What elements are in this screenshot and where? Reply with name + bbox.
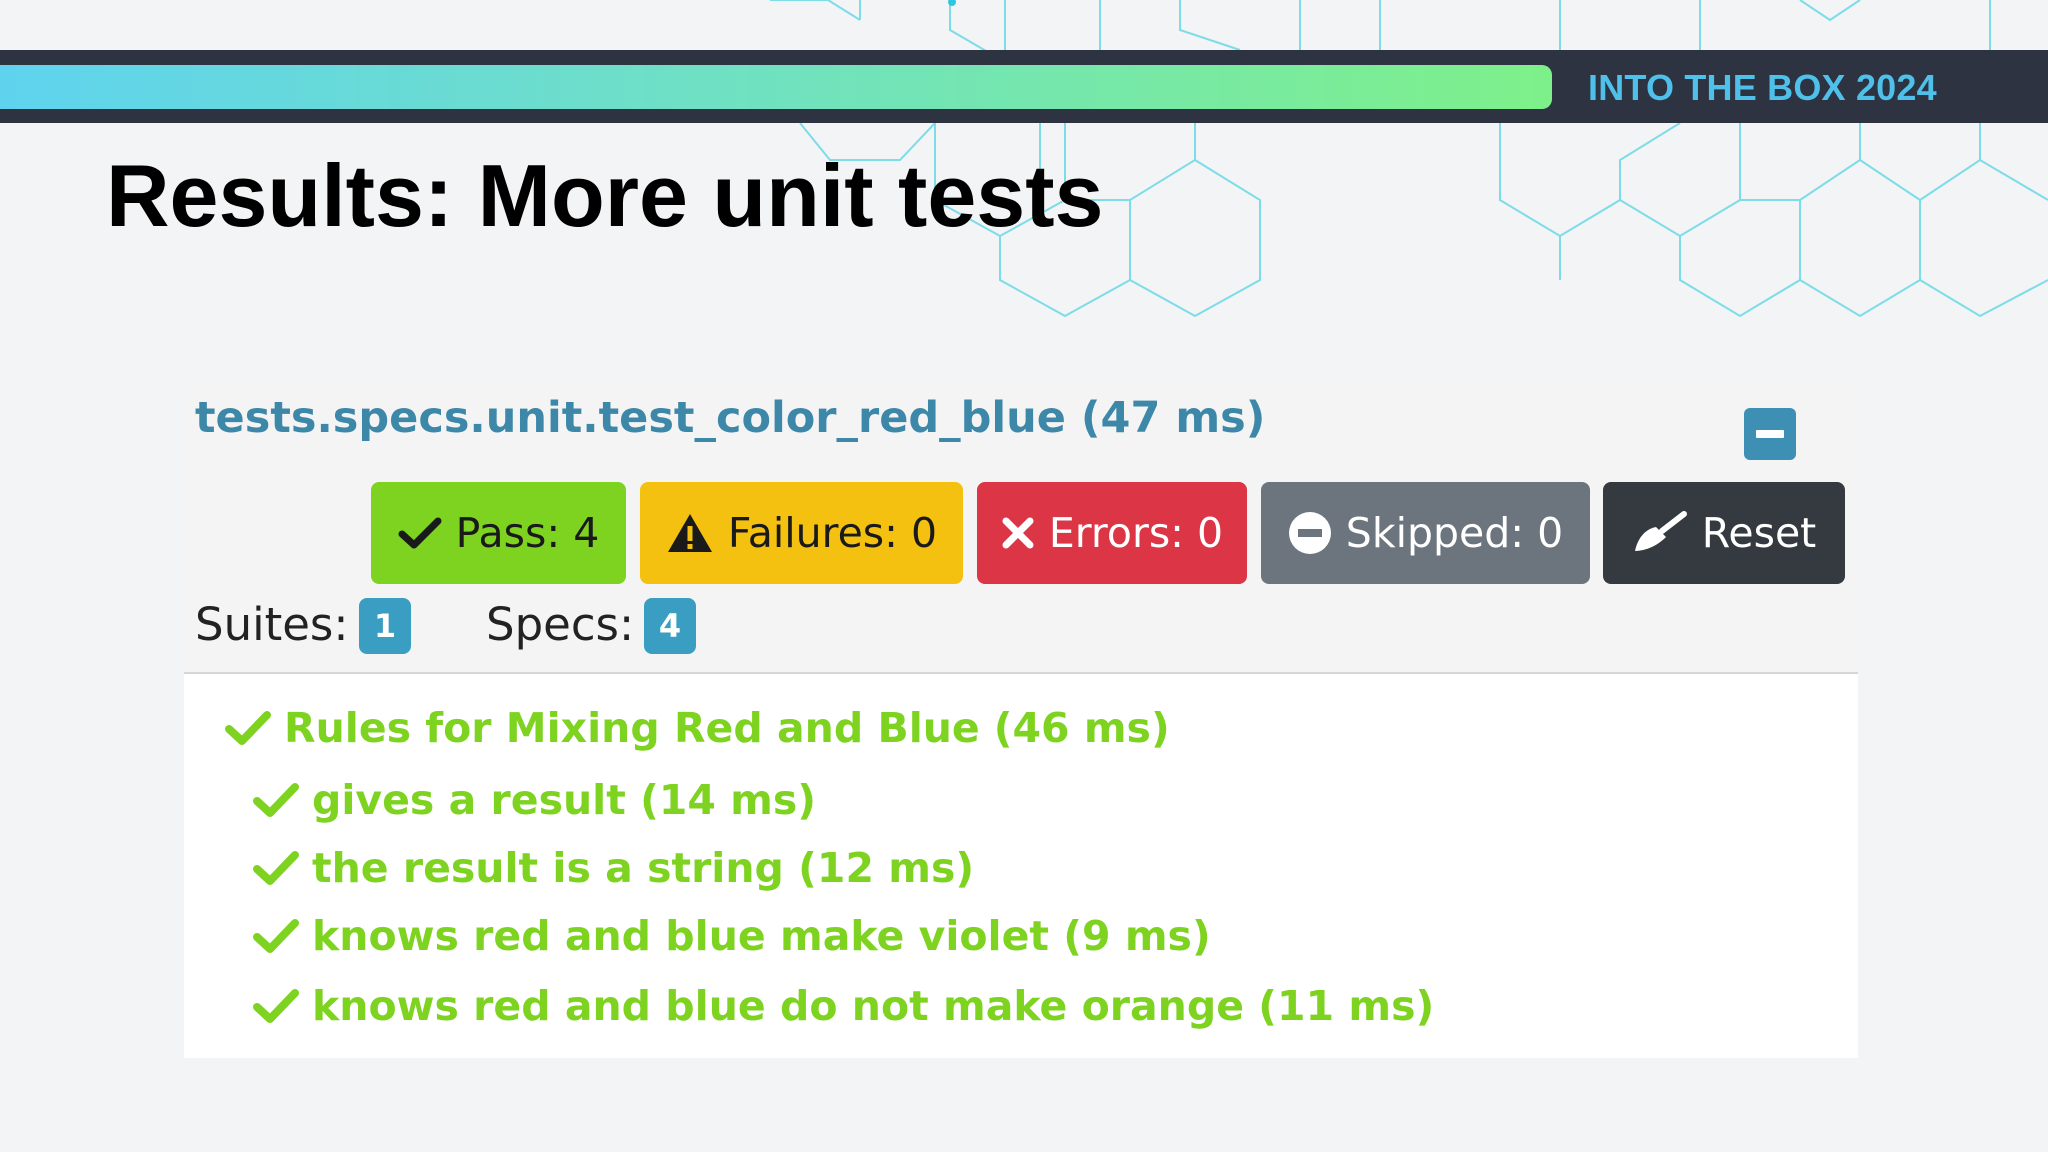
pass-filter-button[interactable]: Pass: 4: [371, 482, 626, 584]
spec-result-text: the result is a string (12 ms): [312, 844, 975, 892]
suites-label: Suites:: [195, 598, 349, 651]
spec-result-row[interactable]: gives a result (14 ms): [252, 770, 816, 830]
suite-duration: (46 ms): [993, 704, 1170, 752]
errors-count-label: Errors: 0: [1048, 509, 1224, 557]
reset-label: Reset: [1701, 509, 1817, 557]
spec-result-row[interactable]: knows red and blue make violet (9 ms): [252, 906, 1211, 966]
broom-icon: [1632, 511, 1688, 555]
pass-count-label: Pass: 4: [455, 509, 600, 557]
minus-square-icon: [1756, 430, 1784, 438]
x-icon: [1001, 516, 1035, 550]
skipped-filter-button[interactable]: Skipped: 0: [1261, 482, 1590, 584]
event-brand: INTO THE BOX 2024: [1588, 67, 1937, 108]
spec-result-text: knows red and blue do not make orange (1…: [312, 982, 1435, 1030]
check-icon: [252, 988, 300, 1024]
minus-circle-icon: [1288, 511, 1332, 555]
failures-count-label: Failures: 0: [727, 509, 938, 557]
suite-result-row[interactable]: Rules for Mixing Red and Blue (46 ms): [224, 698, 1170, 758]
check-icon: [252, 850, 300, 886]
check-icon: [252, 782, 300, 818]
spec-result-text: gives a result (14 ms): [312, 776, 817, 824]
check-icon: [252, 918, 300, 954]
failures-filter-button[interactable]: Failures: 0: [640, 482, 963, 584]
spec-result-row[interactable]: the result is a string (12 ms): [252, 838, 974, 898]
warning-icon: [666, 512, 714, 554]
reset-button[interactable]: Reset: [1603, 482, 1845, 584]
collapse-button[interactable]: [1744, 408, 1796, 460]
specs-label: Specs:: [486, 598, 635, 651]
skipped-count-label: Skipped: 0: [1345, 509, 1564, 557]
accent-gradient-stripe: [0, 65, 1552, 109]
suites-count-badge: 1: [359, 598, 411, 654]
slide-title: Results: More unit tests: [106, 146, 1104, 245]
specs-count-badge: 4: [644, 598, 696, 654]
errors-filter-button[interactable]: Errors: 0: [977, 482, 1247, 584]
spec-result-row[interactable]: knows red and blue do not make orange (1…: [252, 976, 1434, 1036]
check-icon: [398, 516, 442, 550]
suite-name: Rules for Mixing Red and Blue: [284, 704, 980, 752]
spec-result-text: knows red and blue make violet (9 ms): [312, 912, 1211, 960]
spec-bundle-title[interactable]: tests.specs.unit.test_color_red_blue (47…: [195, 388, 1265, 448]
check-icon: [224, 710, 272, 746]
